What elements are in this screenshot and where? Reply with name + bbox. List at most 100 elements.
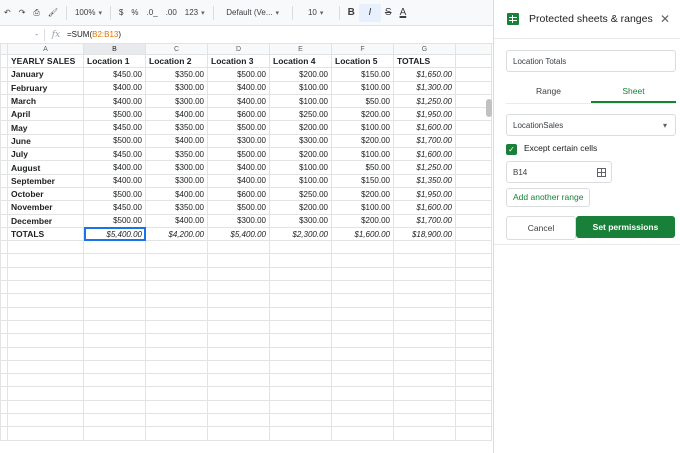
cell[interactable] — [145, 280, 208, 295]
cell[interactable] — [393, 253, 456, 268]
row-gutter[interactable] — [0, 186, 8, 202]
cell[interactable] — [83, 373, 146, 388]
cell[interactable] — [269, 386, 332, 401]
name-box[interactable]: - — [0, 30, 44, 39]
cell[interactable]: $300.00 — [145, 93, 208, 109]
cell[interactable]: $100.00 — [331, 147, 394, 162]
cell[interactable]: $300.00 — [145, 173, 208, 188]
font-select[interactable]: Default (Ve... — [218, 4, 288, 22]
cell[interactable] — [145, 346, 208, 361]
cell[interactable]: $1,350.00 — [393, 173, 456, 188]
cell[interactable]: $600.00 — [207, 107, 270, 122]
cell[interactable] — [207, 293, 270, 308]
cell[interactable] — [83, 399, 146, 415]
row-gutter[interactable] — [0, 373, 8, 388]
cell[interactable]: $500.00 — [207, 147, 270, 162]
col-header-c[interactable]: C — [145, 43, 208, 55]
cell[interactable]: $150.00 — [331, 67, 394, 82]
cell[interactable]: $400.00 — [207, 80, 270, 95]
cell[interactable]: $400.00 — [145, 213, 208, 228]
cell[interactable]: $50.00 — [331, 160, 394, 175]
cell[interactable]: $450.00 — [83, 67, 146, 82]
cell[interactable]: Location 3 — [207, 53, 270, 69]
cell[interactable] — [7, 266, 84, 282]
cell[interactable] — [207, 359, 270, 375]
cell[interactable]: $300.00 — [207, 213, 270, 228]
cell[interactable] — [455, 306, 492, 321]
cell[interactable]: $200.00 — [331, 107, 394, 122]
row-gutter[interactable] — [0, 173, 8, 188]
close-icon[interactable]: ✕ — [658, 12, 672, 26]
except-range-input[interactable]: B14 — [506, 161, 612, 183]
cell[interactable]: $1,600.00 — [393, 147, 456, 162]
cell[interactable] — [269, 306, 332, 321]
cell[interactable]: $450.00 — [83, 120, 146, 135]
cell[interactable] — [393, 346, 456, 361]
cell[interactable] — [455, 253, 492, 268]
row-gutter[interactable] — [0, 200, 8, 215]
cell[interactable] — [83, 253, 146, 268]
cell[interactable]: $500.00 — [83, 133, 146, 149]
cell[interactable] — [393, 399, 456, 415]
cell[interactable] — [455, 67, 492, 82]
cell[interactable] — [455, 280, 492, 295]
cell[interactable] — [331, 386, 394, 401]
cell[interactable] — [455, 120, 492, 135]
cell[interactable] — [145, 266, 208, 282]
cell[interactable] — [393, 386, 456, 401]
cell[interactable] — [145, 386, 208, 401]
cell[interactable] — [331, 306, 394, 321]
cell[interactable] — [7, 253, 84, 268]
row-gutter[interactable] — [0, 93, 8, 109]
cell[interactable]: $400.00 — [83, 160, 146, 175]
cell[interactable]: May — [7, 120, 84, 135]
cell[interactable] — [207, 399, 270, 415]
cell[interactable] — [269, 280, 332, 295]
cell[interactable] — [207, 280, 270, 295]
vertical-scrollbar[interactable] — [486, 99, 492, 117]
row-gutter[interactable] — [0, 133, 8, 149]
cell[interactable] — [455, 240, 492, 255]
cell[interactable]: $5,400.00 — [207, 226, 270, 242]
cell[interactable] — [83, 359, 146, 375]
cell[interactable] — [7, 346, 84, 361]
cell[interactable] — [7, 240, 84, 255]
cell[interactable] — [207, 386, 270, 401]
cell[interactable] — [207, 333, 270, 348]
cell[interactable] — [145, 306, 208, 321]
cell[interactable] — [145, 293, 208, 308]
cell[interactable]: $350.00 — [145, 120, 208, 135]
cell[interactable] — [145, 319, 208, 335]
sheet-select[interactable]: LocationSales ▾ — [506, 114, 676, 136]
col-header-e[interactable]: E — [269, 43, 332, 55]
cell[interactable] — [7, 386, 84, 401]
cell[interactable]: April — [7, 107, 84, 122]
cell[interactable]: $500.00 — [83, 213, 146, 228]
paint-format-icon[interactable]: 🖌︎ — [44, 4, 62, 22]
grid-select-icon[interactable] — [597, 168, 606, 177]
cell[interactable]: $300.00 — [207, 133, 270, 149]
cell[interactable]: October — [7, 186, 84, 202]
cell[interactable]: TOTALS — [393, 53, 456, 69]
row-gutter[interactable] — [0, 359, 8, 375]
cell[interactable]: $200.00 — [269, 67, 332, 82]
cell[interactable]: $100.00 — [269, 173, 332, 188]
cell[interactable] — [331, 359, 394, 375]
cell[interactable] — [455, 399, 492, 415]
cell[interactable] — [145, 253, 208, 268]
row-gutter[interactable] — [0, 147, 8, 162]
cell[interactable]: $500.00 — [83, 107, 146, 122]
cell[interactable]: $1,250.00 — [393, 93, 456, 109]
cell[interactable] — [393, 333, 456, 348]
cell[interactable] — [83, 293, 146, 308]
row-gutter[interactable] — [0, 160, 8, 175]
row-gutter[interactable] — [0, 120, 8, 135]
text-color-button[interactable]: A — [396, 4, 411, 22]
cell[interactable] — [393, 280, 456, 295]
cell[interactable]: YEARLY SALES — [7, 53, 84, 69]
cell[interactable]: $1,700.00 — [393, 213, 456, 228]
cell[interactable] — [455, 53, 492, 69]
cell[interactable] — [207, 240, 270, 255]
row-gutter[interactable] — [0, 80, 8, 95]
cell[interactable] — [455, 173, 492, 188]
